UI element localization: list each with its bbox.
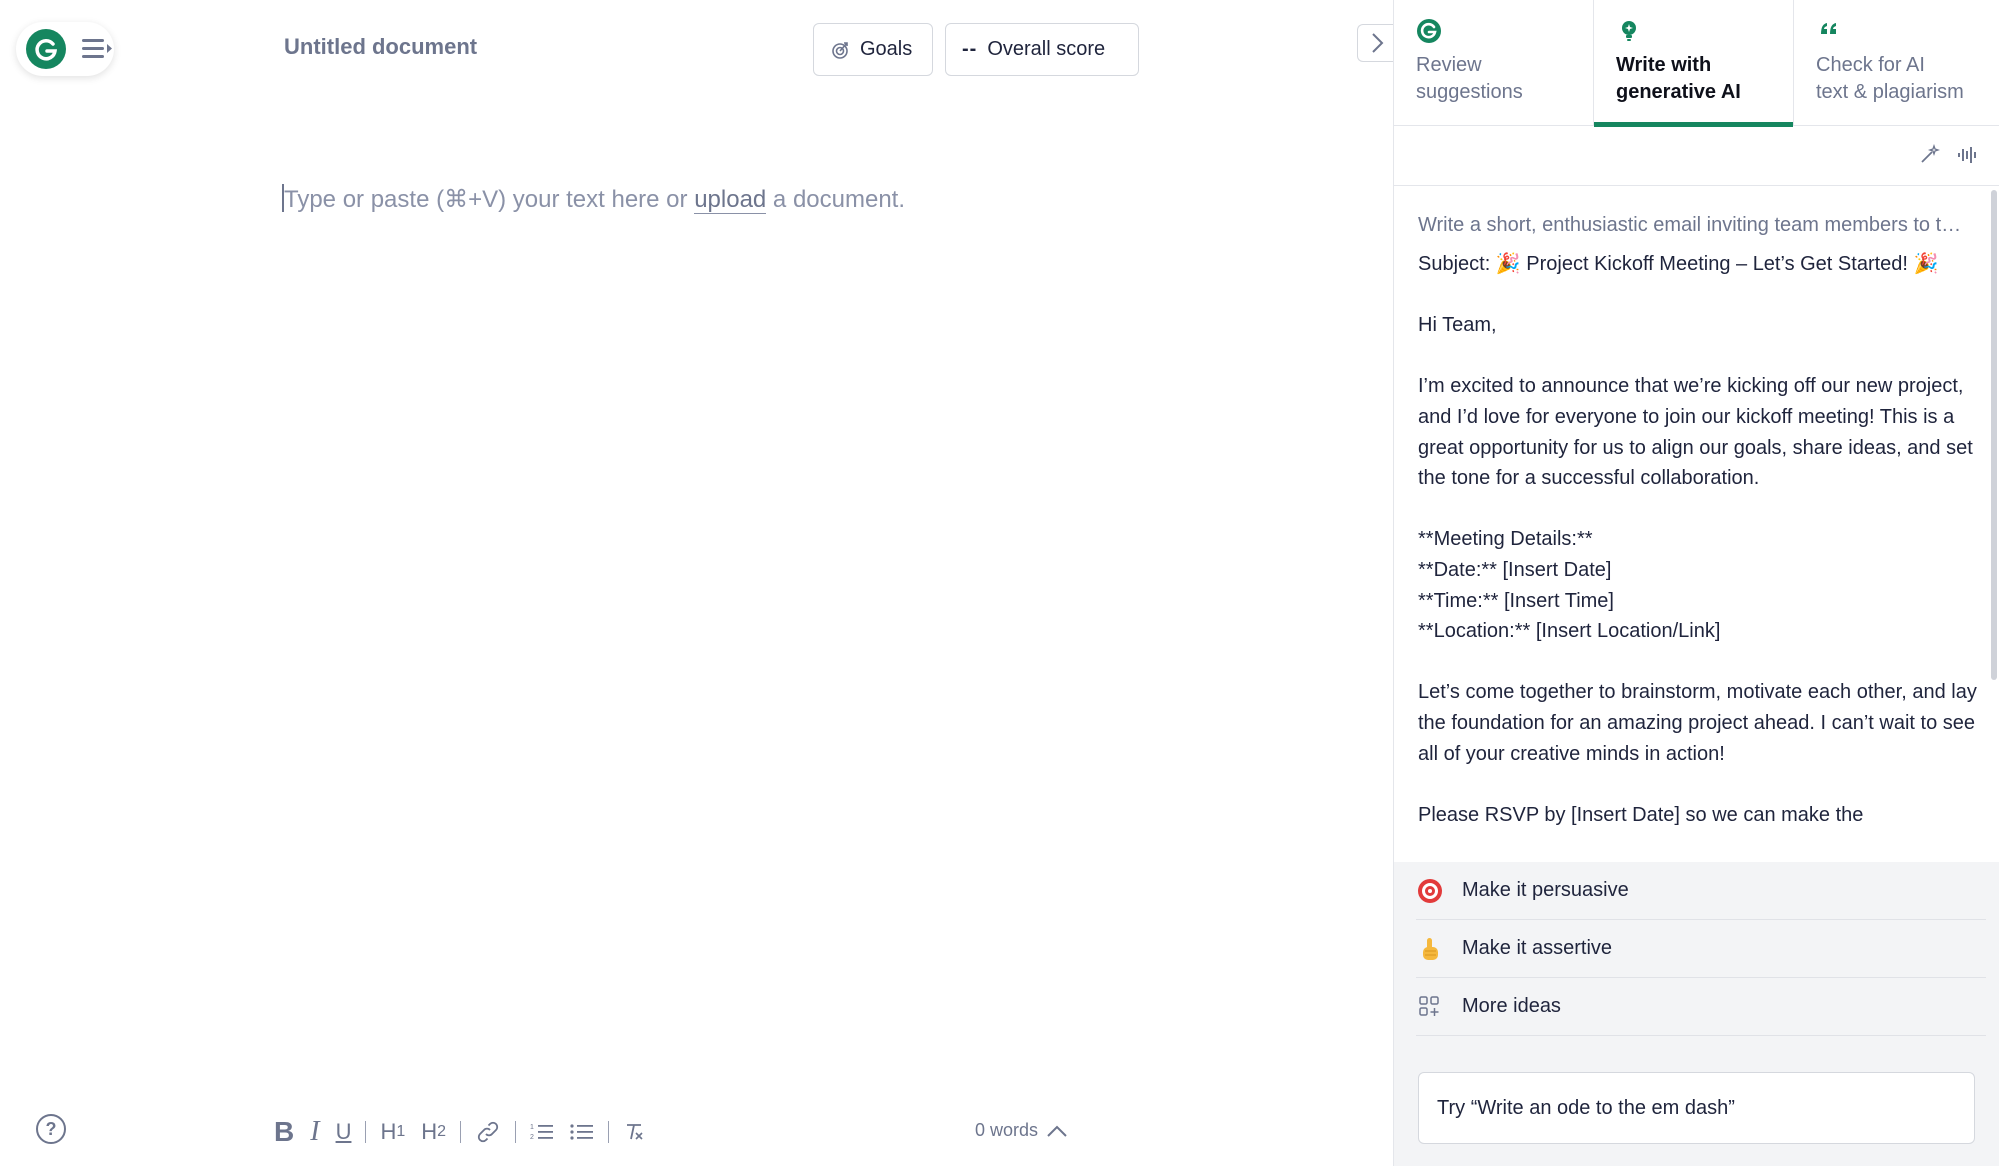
email-details-time: **Time:** [Insert Time] bbox=[1418, 589, 1614, 612]
bulb-icon bbox=[1622, 21, 1636, 41]
panel-tabs: Review suggestions Write with generative… bbox=[1394, 0, 1999, 127]
email-details-date: **Date:** [Insert Date] bbox=[1418, 558, 1612, 581]
email-paragraph: Let’s come together to brainstorm, motiv… bbox=[1418, 681, 1977, 765]
chevron-right-icon bbox=[1371, 33, 1383, 53]
grammarly-g-icon bbox=[1417, 19, 1441, 43]
email-details-location: **Location:** [Insert Location/Link] bbox=[1418, 620, 1721, 643]
target-icon bbox=[832, 41, 848, 59]
tab-review-suggestions[interactable]: Review suggestions bbox=[1394, 0, 1594, 126]
toolbar-divider bbox=[515, 1121, 517, 1143]
ai-response-area: Write a short, enthusiastic email inviti… bbox=[1394, 187, 1999, 862]
grammarly-menu-pill[interactable] bbox=[16, 22, 114, 76]
tab-label: Write with generative AI bbox=[1616, 54, 1741, 103]
suggestion-label: Make it assertive bbox=[1462, 937, 1613, 959]
tab-label: Check for AI text & plagiarism bbox=[1816, 54, 1964, 103]
word-count: 0 words bbox=[975, 1120, 1039, 1140]
goals-button[interactable]: Goals bbox=[813, 23, 933, 76]
clear-formatting-icon[interactable] bbox=[615, 1121, 653, 1143]
document-title[interactable]: Untitled document bbox=[284, 34, 477, 60]
tab-check-ai-plagiarism[interactable]: Check for AI text & plagiarism bbox=[1794, 0, 1999, 126]
editor-placeholder-text: Type or paste (⌘+V) your text here or bbox=[284, 186, 695, 213]
audio-wave-icon[interactable] bbox=[1956, 144, 1978, 166]
tab-write-with-ai[interactable]: Write with generative AI bbox=[1594, 0, 1794, 127]
goals-label: Goals bbox=[860, 38, 913, 60]
toolbar-divider bbox=[365, 1121, 367, 1143]
upload-link[interactable]: upload bbox=[694, 186, 767, 214]
chevron-up-icon bbox=[1047, 1125, 1067, 1137]
pointing-finger-icon bbox=[1416, 935, 1444, 963]
email-paragraph: Please RSVP by [Insert Date] so we can m… bbox=[1418, 803, 1864, 826]
score-label: Overall score bbox=[987, 38, 1106, 60]
heading2-icon[interactable]: H2 bbox=[413, 1119, 454, 1145]
underline-icon[interactable]: U bbox=[328, 1119, 360, 1145]
svg-text:1: 1 bbox=[530, 1124, 534, 1131]
tab-label: Review suggestions bbox=[1416, 54, 1523, 103]
editor-area[interactable]: Type or paste (⌘+V) your text here or up… bbox=[282, 184, 905, 214]
suggestion-area: Make it persuasive Make it assertive Mor… bbox=[1394, 862, 1999, 1166]
word-count-toggle[interactable]: 0 words bbox=[975, 1120, 1068, 1141]
grammarly-logo-icon[interactable] bbox=[26, 29, 66, 69]
suggestion-make-persuasive[interactable]: Make it persuasive bbox=[1416, 862, 1986, 920]
scrollbar[interactable] bbox=[1991, 190, 1997, 680]
overall-score-button[interactable]: -- Overall score bbox=[945, 23, 1139, 76]
ai-prompt-input[interactable]: Try “Write an ode to the em dash” bbox=[1418, 1072, 1975, 1144]
toolbar-divider bbox=[608, 1121, 610, 1143]
grid-sparkle-icon bbox=[1416, 993, 1444, 1021]
format-toolbar: B I U H1 H2 12 bbox=[266, 1114, 653, 1150]
help-icon[interactable]: ? bbox=[36, 1114, 66, 1144]
prompt-text: Write a short, enthusiastic email inviti… bbox=[1418, 214, 1962, 236]
panel-toolbar bbox=[1394, 126, 1999, 186]
magic-wand-icon[interactable] bbox=[1918, 144, 1940, 166]
suggestion-make-assertive[interactable]: Make it assertive bbox=[1416, 920, 1986, 978]
menu-icon[interactable] bbox=[80, 34, 114, 64]
target-icon bbox=[1416, 877, 1444, 905]
suggestion-label: More ideas bbox=[1462, 995, 1561, 1017]
editor-placeholder-text-end: a document. bbox=[766, 186, 906, 213]
bullet-list-icon[interactable] bbox=[562, 1121, 602, 1143]
quote-icon bbox=[1821, 23, 1836, 34]
suggestion-label: Make it persuasive bbox=[1462, 879, 1629, 901]
svg-text:2: 2 bbox=[530, 1134, 534, 1141]
italic-icon[interactable]: I bbox=[302, 1116, 327, 1148]
assistant-panel: Review suggestions Write with generative… bbox=[1393, 0, 1999, 1166]
heading1-icon[interactable]: H1 bbox=[372, 1119, 413, 1145]
email-subject: Subject: 🎉 Project Kickoff Meeting – Let… bbox=[1418, 253, 1939, 275]
email-details-title: **Meeting Details:** bbox=[1418, 528, 1593, 551]
numbered-list-icon[interactable]: 12 bbox=[522, 1121, 562, 1143]
link-icon[interactable] bbox=[467, 1121, 509, 1143]
bold-icon[interactable]: B bbox=[266, 1116, 302, 1148]
score-value: -- bbox=[962, 38, 978, 60]
suggestion-more-ideas[interactable]: More ideas bbox=[1416, 978, 1986, 1036]
email-greeting: Hi Team, bbox=[1418, 314, 1497, 337]
collapse-panel-button[interactable] bbox=[1357, 24, 1395, 62]
toolbar-divider bbox=[460, 1121, 462, 1143]
email-paragraph: I’m excited to announce that we’re kicki… bbox=[1418, 375, 1973, 490]
generated-email: Subject: 🎉 Project Kickoff Meeting – Let… bbox=[1418, 249, 1978, 830]
